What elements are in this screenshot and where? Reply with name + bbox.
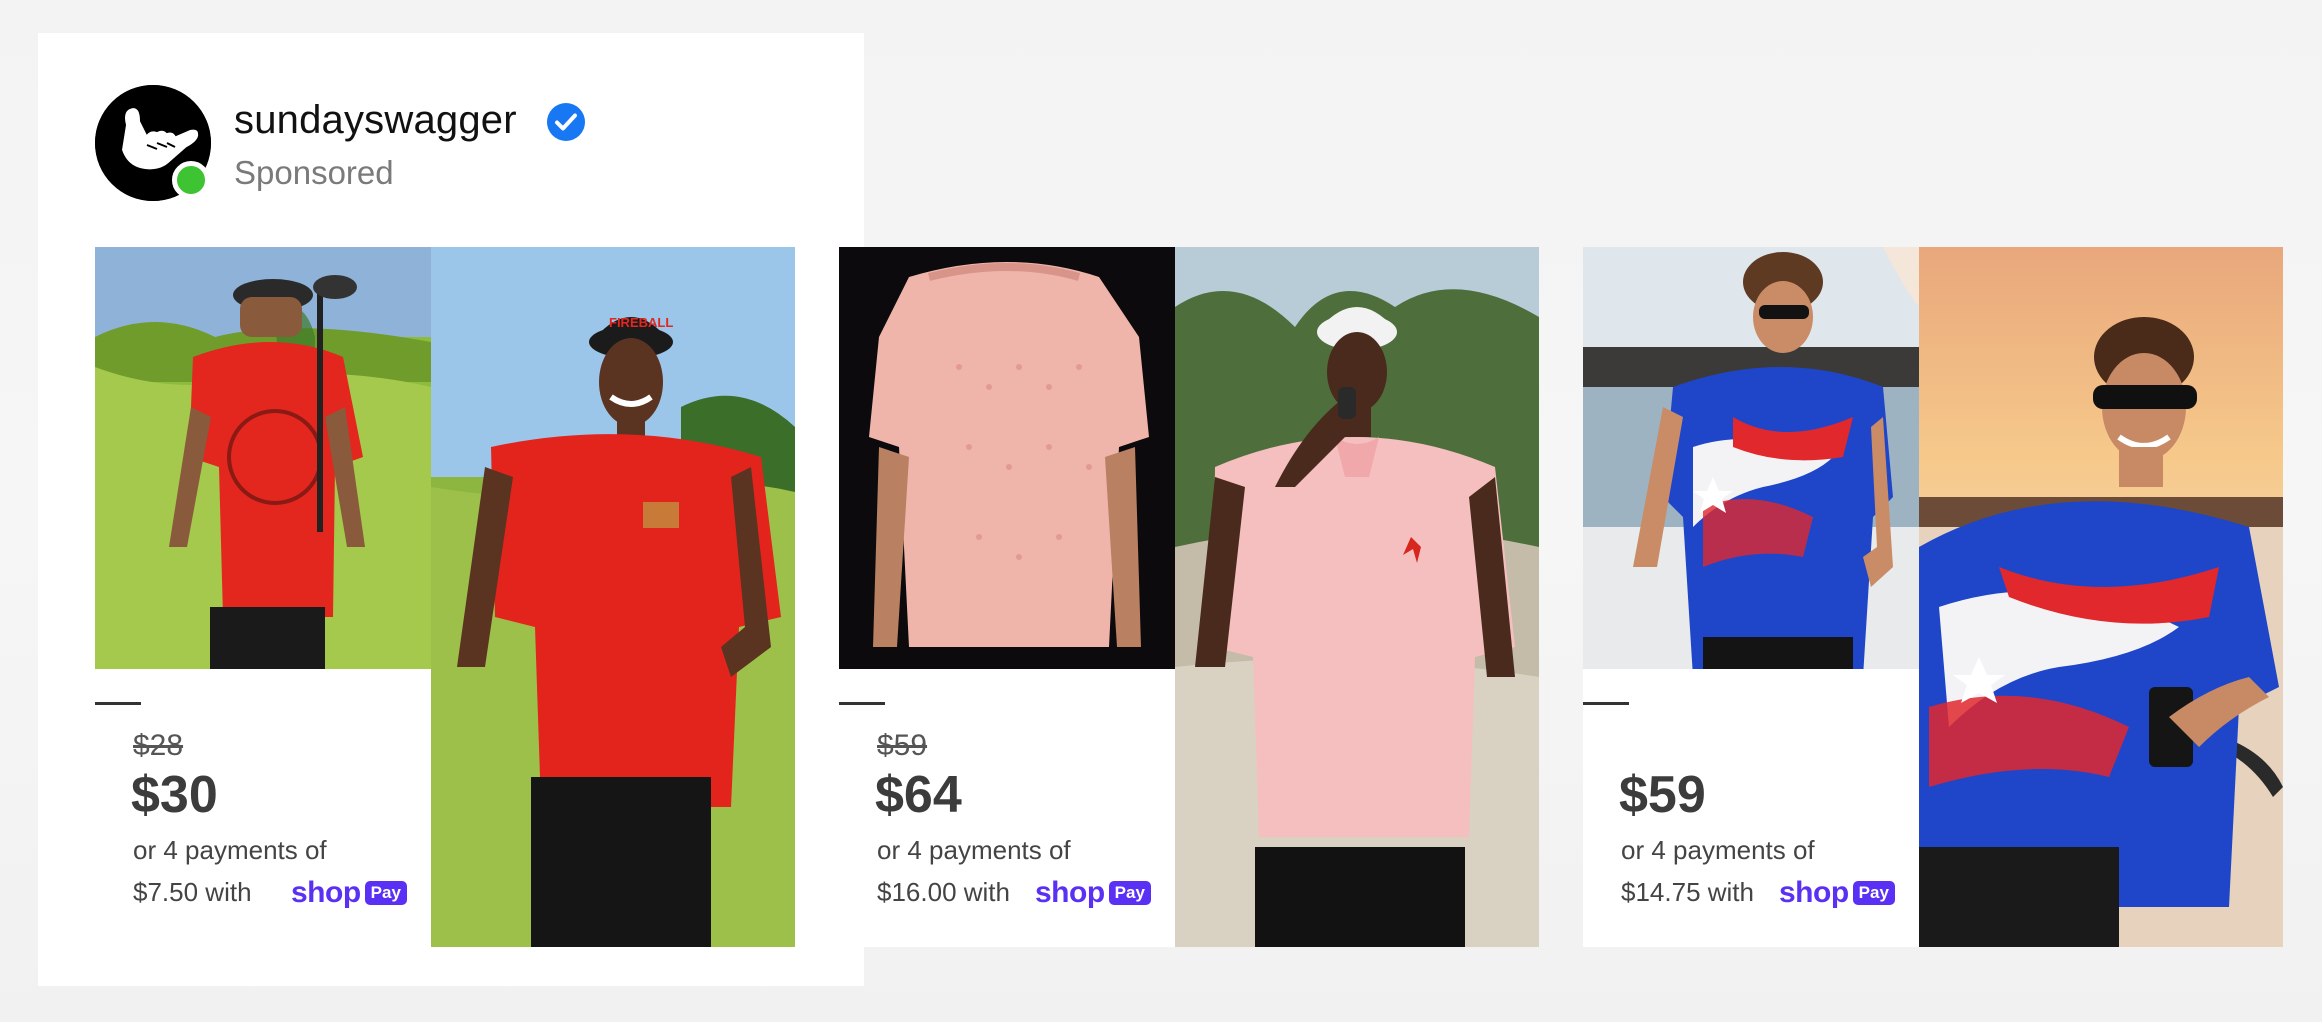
divider (1583, 702, 1629, 705)
shop-pay-wordmark: shop (1035, 876, 1105, 909)
original-price: $28 (133, 729, 184, 762)
shop-pay-badge: Pay (364, 881, 407, 905)
shop-pay-logo[interactable]: shop Pay (1035, 876, 1151, 909)
product-card[interactable]: $59 or 4 payments of $14.75 with shop Pa… (1583, 247, 2283, 947)
sale-price: $30 (131, 766, 218, 824)
shop-pay-logo[interactable]: shop Pay (1779, 876, 1895, 909)
installment-text: or 4 payments of (877, 835, 1071, 865)
installment-amount: $16.00 with (877, 877, 1010, 907)
shop-pay-logo[interactable]: shop Pay (291, 876, 407, 909)
installment-text: or 4 payments of (133, 835, 327, 865)
svg-text:FIREBALL: FIREBALL (609, 315, 673, 330)
shop-pay-badge: Pay (1852, 881, 1895, 905)
shop-pay-badge: Pay (1108, 881, 1151, 905)
installment-text: or 4 payments of (1621, 835, 1815, 865)
installment-amount: $7.50 with (133, 877, 252, 907)
shop-pay-wordmark: shop (1779, 876, 1849, 909)
product-photo-model[interactable]: FIREBALL (431, 247, 795, 947)
product-photo-model[interactable] (1919, 247, 2283, 947)
sponsored-label: Sponsored (234, 154, 394, 191)
product-photo-back[interactable] (839, 247, 1175, 669)
divider (839, 702, 885, 705)
original-price: $59 (877, 729, 928, 762)
verified-badge-icon (547, 103, 585, 141)
product-card[interactable]: $59 $64 or 4 payments of $16.00 with sho… (839, 247, 1539, 947)
divider (95, 702, 141, 705)
shop-pay-wordmark: shop (291, 876, 361, 909)
online-status-icon (172, 161, 210, 199)
product-photo-model[interactable] (1175, 247, 1539, 947)
sale-price: $64 (875, 766, 962, 824)
product-card[interactable]: FIREBALL $28 $30 or 4 payments of $7.50 … (95, 247, 795, 947)
brand-name[interactable]: sundayswagger (234, 98, 517, 143)
product-photo-back[interactable] (95, 247, 431, 669)
installment-amount: $14.75 with (1621, 877, 1754, 907)
sale-price: $59 (1619, 766, 1706, 824)
product-photo-front[interactable] (1583, 247, 1919, 669)
